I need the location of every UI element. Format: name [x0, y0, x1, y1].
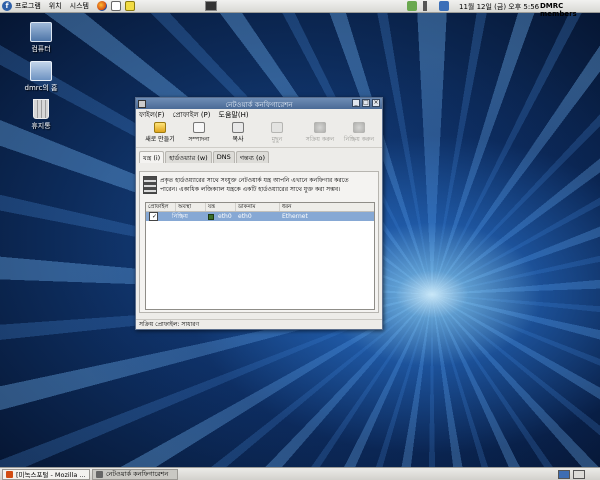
- copy-icon: [232, 122, 244, 133]
- network-task-icon: [96, 470, 103, 478]
- row-status: নিষ্ক্রিয়: [172, 213, 188, 220]
- device-list[interactable]: প্রোফাইল অবস্থা যন্ত্র ডাকনাম ধরন ✓ নিষ্…: [145, 202, 375, 310]
- new-icon: [154, 122, 166, 133]
- network-config-window: নেটওয়ার্ক কনফিগারেশন _ □ × ফাইল(F) প্রো…: [135, 97, 383, 330]
- clock[interactable]: 11월 12일 (금) 오후 5:56: [459, 2, 539, 12]
- status-bar: সক্রিয় প্রোফাইল: সাধারণ: [136, 319, 382, 329]
- menu-places[interactable]: 위치: [49, 1, 62, 11]
- column-profile[interactable]: প্রোফাইল: [146, 203, 176, 211]
- desktop-icon-label: 컴퓨터: [31, 45, 51, 53]
- table-row[interactable]: ✓ নিষ্ক্রিয় eth0 eth0 Ethernet: [146, 212, 374, 221]
- home-folder-icon: [30, 61, 52, 81]
- desktop-icon-label: dmrc의 홈: [24, 84, 58, 92]
- column-type[interactable]: ধরন: [280, 203, 374, 211]
- tab-dns[interactable]: DNS: [212, 151, 235, 163]
- copy-button[interactable]: 복사: [219, 121, 257, 143]
- ethernet-icon: [208, 213, 214, 220]
- edit-button[interactable]: সম্পাদনা: [180, 121, 218, 145]
- device-list-header: প্রোফাইল অবস্থা যন্ত্র ডাকনাম ধরন: [146, 203, 374, 212]
- window-titlebar[interactable]: নেটওয়ার্ক কনফিগারেশন _ □ ×: [136, 98, 382, 109]
- column-device[interactable]: যন্ত্র: [206, 203, 236, 211]
- menu-help[interactable]: 도움말(H): [219, 110, 249, 120]
- notes-icon[interactable]: [124, 1, 135, 11]
- info-text-line1: প্রকৃত হার্ডওয়্যারের সাথে সংযুক্ত নেটওয…: [160, 177, 349, 184]
- desktop-icon-home[interactable]: dmrc의 홈: [21, 61, 61, 93]
- network-card-icon: [143, 176, 157, 194]
- tab-bar: যন্ত্র (i) হার্ডওয়্যার (w) DNS গন্তব্য …: [139, 151, 382, 163]
- row-device: eth0: [218, 213, 232, 220]
- info-text-line2: পারেন। একাধিক লজিক্যাল যন্ত্রকে একটি হার…: [160, 186, 341, 193]
- desktop-icon-trash[interactable]: 휴지통: [21, 99, 61, 131]
- menu-system[interactable]: 시스템: [70, 1, 89, 11]
- devices-panel: প্রকৃত হার্ডওয়্যারের সাথে সংযুক্ত নেটওয…: [139, 171, 379, 313]
- row-type: Ethernet: [282, 213, 308, 220]
- delete-button[interactable]: মুছুন: [258, 121, 296, 145]
- top-panel: f 프로그램 위치 시스템 11월 12일 (금) 오후 5:56 DMRC m…: [0, 0, 600, 18]
- row-nickname: eth0: [238, 213, 252, 220]
- task-network-config[interactable]: নেটওয়ার্ক কনফিগারেশন: [92, 468, 178, 480]
- update-notifier-icon[interactable]: [407, 1, 417, 11]
- desktop-icon-label: 휴지통: [31, 122, 51, 130]
- user-name[interactable]: DMRC members: [540, 2, 600, 18]
- task-firefox[interactable]: [미녹스포털 - Mozilla ...: [2, 468, 90, 480]
- tab-devices[interactable]: যন্ত্র (i): [139, 151, 165, 163]
- column-status[interactable]: অবস্থা: [176, 203, 206, 211]
- firefox-icon[interactable]: [96, 1, 107, 11]
- volume-icon[interactable]: [423, 1, 433, 11]
- firefox-task-icon: [6, 470, 13, 478]
- computer-icon: [30, 22, 52, 42]
- tab-hosts[interactable]: গন্তব্য (o): [235, 151, 270, 163]
- profile-checkbox[interactable]: ✓: [149, 212, 159, 221]
- column-nickname[interactable]: ডাকনাম: [236, 203, 280, 211]
- distro-logo-icon[interactable]: f: [2, 1, 12, 11]
- desktop-icon-computer[interactable]: 컴퓨터: [21, 22, 61, 54]
- deactivate-icon: [353, 122, 365, 133]
- tab-hardware[interactable]: হার্ডওয়্যার (w): [165, 151, 212, 163]
- new-button[interactable]: 새로 만들기: [141, 121, 179, 143]
- toolbar: 새로 만들기 সম্পাদনা 복사 মুছুন সক্রিয় করুন নি…: [136, 121, 382, 148]
- mail-icon[interactable]: [110, 1, 121, 11]
- properties-icon: [193, 122, 205, 133]
- minimize-icon[interactable]: _: [352, 99, 360, 107]
- workspace-2[interactable]: [573, 470, 585, 479]
- delete-icon: [271, 122, 283, 133]
- trash-icon: [33, 99, 49, 119]
- window-title: নেটওয়ার্ক কনফিগারেশন: [225, 101, 293, 109]
- deactivate-button[interactable]: নিষ্ক্রিয় করুন: [340, 121, 378, 145]
- activate-icon: [314, 122, 326, 133]
- monitor-icon[interactable]: [205, 1, 217, 11]
- info-message: প্রকৃত হার্ডওয়্যারের সাথে সংযুক্ত নেটওয…: [140, 172, 378, 198]
- maximize-icon[interactable]: □: [362, 99, 370, 107]
- network-tray-icon[interactable]: [439, 1, 449, 11]
- menu-applications[interactable]: 프로그램: [15, 1, 41, 11]
- workspace-1[interactable]: [558, 470, 570, 479]
- bottom-panel: [미녹스포털 - Mozilla ... নেটওয়ার্ক কনফিগারে…: [0, 467, 600, 480]
- activate-button[interactable]: সক্রিয় করুন: [301, 121, 339, 145]
- close-icon[interactable]: ×: [372, 99, 380, 107]
